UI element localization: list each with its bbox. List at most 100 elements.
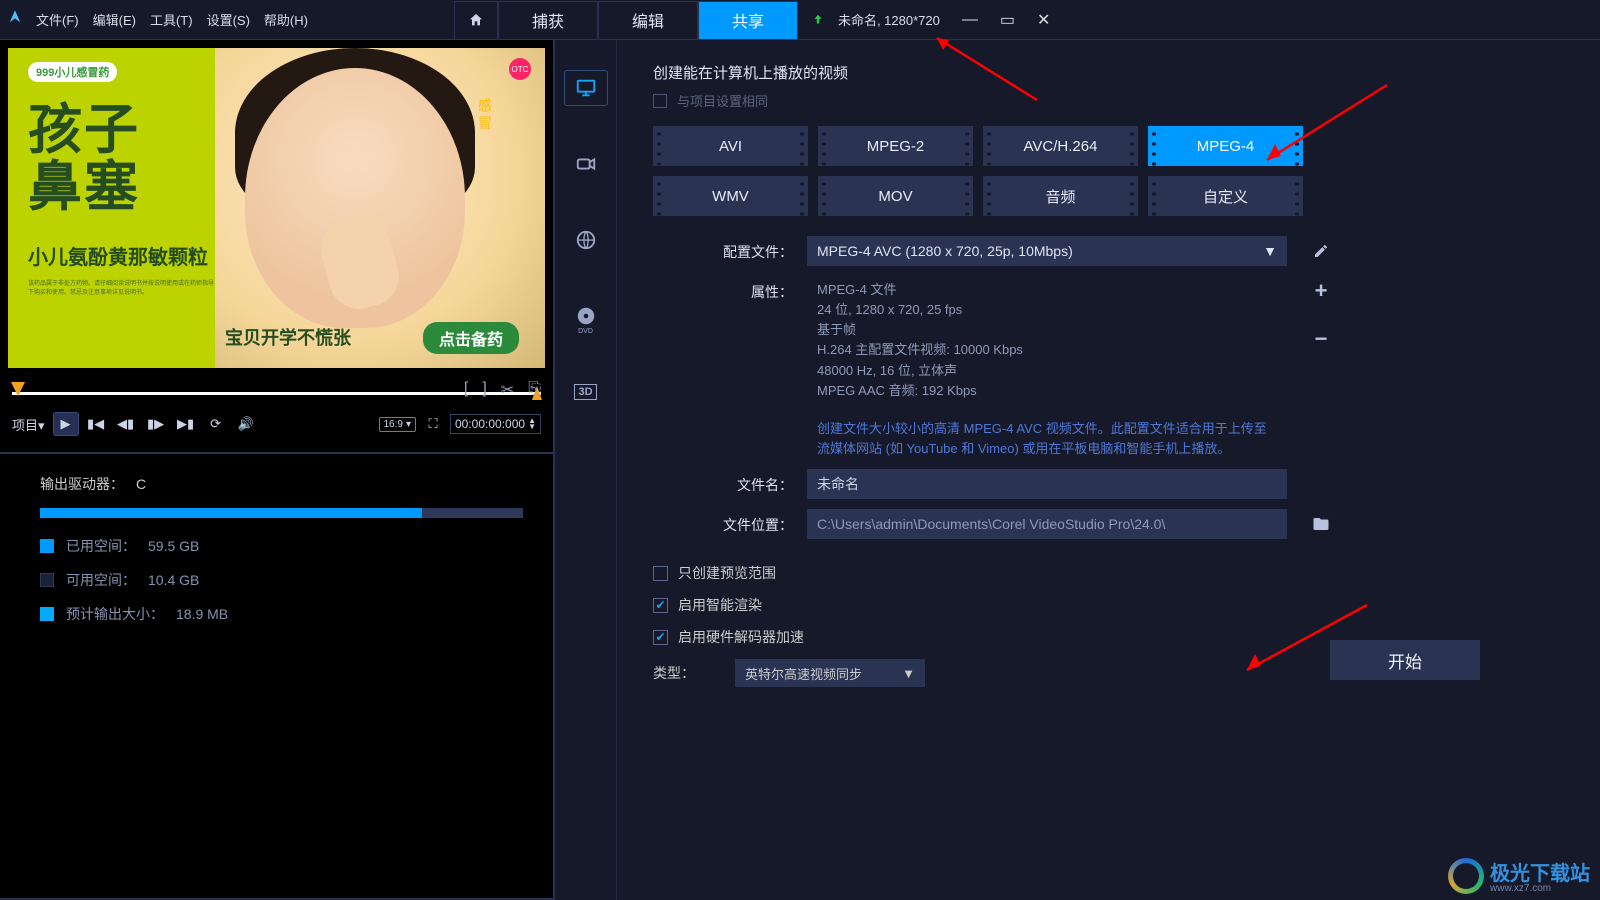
tab-edit[interactable]: 编辑: [598, 1, 698, 39]
format-grid: AVI MPEG-2 AVC/H.264 MPEG-4 WMV MOV 音频 自…: [653, 126, 1313, 216]
left-panel: 宝贝开学不慌张 点击备药 OTC 感 冒 999小儿感冒药 孩子 鼻塞 小儿氨酚…: [0, 40, 555, 900]
same-as-project-checkbox[interactable]: [653, 94, 667, 108]
minimize-button[interactable]: —: [956, 11, 984, 29]
ad-title: 孩子 鼻塞: [28, 102, 238, 215]
format-mpeg2[interactable]: MPEG-2: [818, 126, 973, 166]
scrubber[interactable]: [ ] ✂ ⎘: [12, 380, 541, 404]
preview-video[interactable]: 宝贝开学不慌张 点击备药 OTC 感 冒 999小儿感冒药 孩子 鼻塞 小儿氨酚…: [8, 48, 545, 368]
capsule-icons: 感 冒: [475, 98, 495, 130]
menu-tools[interactable]: 工具(T): [150, 10, 193, 29]
profile-label: 配置文件：: [653, 236, 793, 262]
fullscreen-button[interactable]: ⛶: [420, 412, 446, 436]
format-avi[interactable]: AVI: [653, 126, 808, 166]
3d-icon: 3D: [574, 384, 596, 400]
next-frame-button[interactable]: ▮▶: [143, 412, 169, 436]
menu-settings[interactable]: 设置(S): [207, 10, 250, 29]
est-value: 18.9 MB: [176, 606, 228, 622]
format-wmv[interactable]: WMV: [653, 176, 808, 216]
format-custom[interactable]: 自定义: [1148, 176, 1303, 216]
snapshot-icon[interactable]: ⎘: [528, 380, 541, 400]
sidebar-device[interactable]: [564, 146, 608, 182]
chevron-down-icon: ▼: [902, 666, 915, 681]
free-swatch-icon: [40, 573, 54, 587]
props-text: MPEG-4 文件 24 位, 1280 x 720, 25 fps 基于帧 H…: [807, 276, 1287, 409]
menu-help[interactable]: 帮助(H): [264, 10, 308, 29]
profile-add-button[interactable]: +: [1301, 276, 1341, 306]
free-label: 可用空间：: [66, 570, 136, 590]
play-button[interactable]: ▶: [53, 412, 79, 436]
sidebar-computer[interactable]: [564, 70, 608, 106]
globe-icon: [575, 229, 597, 251]
ad-subtitle: 小儿氨酚黄那敏颗粒: [28, 241, 238, 270]
aspect-ratio-selector[interactable]: 16:9▾: [379, 417, 417, 432]
profile-select[interactable]: MPEG-4 AVC (1280 x 720, 25p, 10Mbps) ▼: [807, 236, 1287, 266]
right-panel: DVD 3D 创建能在计算机上播放的视频 与项目设置相同 AVI MPEG-2 …: [555, 40, 1600, 900]
share-heading: 创建能在计算机上播放的视频: [653, 62, 1540, 83]
start-button[interactable]: 开始: [1330, 640, 1480, 680]
format-mpeg4[interactable]: MPEG-4: [1148, 126, 1303, 166]
folder-icon: [1312, 515, 1330, 533]
browse-folder-button[interactable]: [1301, 509, 1341, 539]
filepath-input[interactable]: C:\Users\admin\Documents\Corel VideoStud…: [807, 509, 1287, 539]
ad-fineprint: 该药品属于非处方药物。请仔细阅读说明书并按说明使用或在药师指导下购买和使用。禁忌…: [28, 280, 218, 297]
scrub-track: [12, 392, 541, 395]
go-end-button[interactable]: ▶▮: [173, 412, 199, 436]
sidebar-web[interactable]: [564, 222, 608, 258]
timecode-display[interactable]: 00:00:00:000▲▼: [450, 414, 541, 434]
preview-only-checkbox[interactable]: [653, 566, 668, 581]
config-grid: 配置文件： MPEG-4 AVC (1280 x 720, 25p, 10Mbp…: [653, 236, 1540, 539]
titlebar: 文件(F) 编辑(E) 工具(T) 设置(S) 帮助(H) 捕获 编辑 共享 未…: [0, 0, 1600, 40]
tab-capture[interactable]: 捕获: [498, 1, 598, 39]
hw-decode-checkbox[interactable]: ✔: [653, 630, 668, 645]
format-mov[interactable]: MOV: [818, 176, 973, 216]
loop-button[interactable]: ⟳: [203, 412, 229, 436]
pencil-icon: [1313, 243, 1329, 259]
free-value: 10.4 GB: [148, 572, 199, 588]
profile-edit-button[interactable]: [1301, 236, 1341, 266]
watermark: 极光下载站 www.xz7.com: [1448, 857, 1590, 894]
est-swatch-icon: [40, 607, 54, 621]
go-start-button[interactable]: ▮◀: [83, 412, 109, 436]
hw-decode-label: 启用硬件解码器加速: [678, 627, 804, 647]
profile-remove-button[interactable]: −: [1301, 324, 1341, 354]
camcorder-icon: [575, 153, 597, 175]
sidebar-3d[interactable]: 3D: [564, 374, 608, 410]
prev-frame-button[interactable]: ◀▮: [113, 412, 139, 436]
mark-in-icon[interactable]: [: [464, 380, 468, 400]
watermark-logo-icon: [1448, 858, 1484, 894]
share-content: 创建能在计算机上播放的视频 与项目设置相同 AVI MPEG-2 AVC/H.2…: [617, 40, 1600, 900]
main: 宝贝开学不慌张 点击备药 OTC 感 冒 999小儿感冒药 孩子 鼻塞 小儿氨酚…: [0, 40, 1600, 900]
app-logo-icon: [0, 9, 30, 30]
otc-badge: OTC: [509, 58, 531, 80]
disc-icon: [575, 305, 597, 327]
menu-file[interactable]: 文件(F): [36, 10, 79, 29]
tab-home[interactable]: [454, 1, 498, 39]
format-avc[interactable]: AVC/H.264: [983, 126, 1138, 166]
smart-render-checkbox[interactable]: ✔: [653, 598, 668, 613]
maximize-button[interactable]: ▭: [994, 10, 1021, 30]
close-button[interactable]: ✕: [1031, 10, 1056, 30]
preview-only-label: 只创建预览范围: [678, 563, 776, 583]
filename-label: 文件名：: [653, 469, 793, 495]
profile-description: 创建文件大小较小的高清 MPEG-4 AVC 视频文件。此配置文件适合用于上传至…: [807, 419, 1287, 459]
est-label: 预计输出大小：: [66, 604, 164, 624]
mark-out-icon[interactable]: ]: [482, 380, 486, 400]
same-as-project-label: 与项目设置相同: [677, 91, 768, 110]
filepath-label: 文件位置：: [653, 509, 793, 535]
player-mode-label[interactable]: 项目▾: [12, 415, 45, 434]
tab-share[interactable]: 共享: [698, 1, 798, 39]
used-swatch-icon: [40, 539, 54, 553]
used-label: 已用空间：: [66, 536, 136, 556]
project-name-label: 未命名, 1280*720: [838, 10, 946, 29]
format-audio[interactable]: 音频: [983, 176, 1138, 216]
volume-button[interactable]: 🔊: [233, 412, 259, 436]
cut-icon[interactable]: ✂: [501, 380, 514, 400]
home-icon: [468, 12, 484, 28]
filename-input[interactable]: 未命名: [807, 469, 1287, 499]
type-select[interactable]: 英特尔高速视频同步 ▼: [735, 659, 925, 687]
sidebar-disc[interactable]: DVD: [564, 298, 608, 334]
type-label: 类型：: [653, 663, 695, 683]
menu-edit[interactable]: 编辑(E): [93, 10, 136, 29]
tab-upload[interactable]: [798, 1, 838, 39]
ad-tagline: 宝贝开学不慌张: [225, 324, 351, 350]
